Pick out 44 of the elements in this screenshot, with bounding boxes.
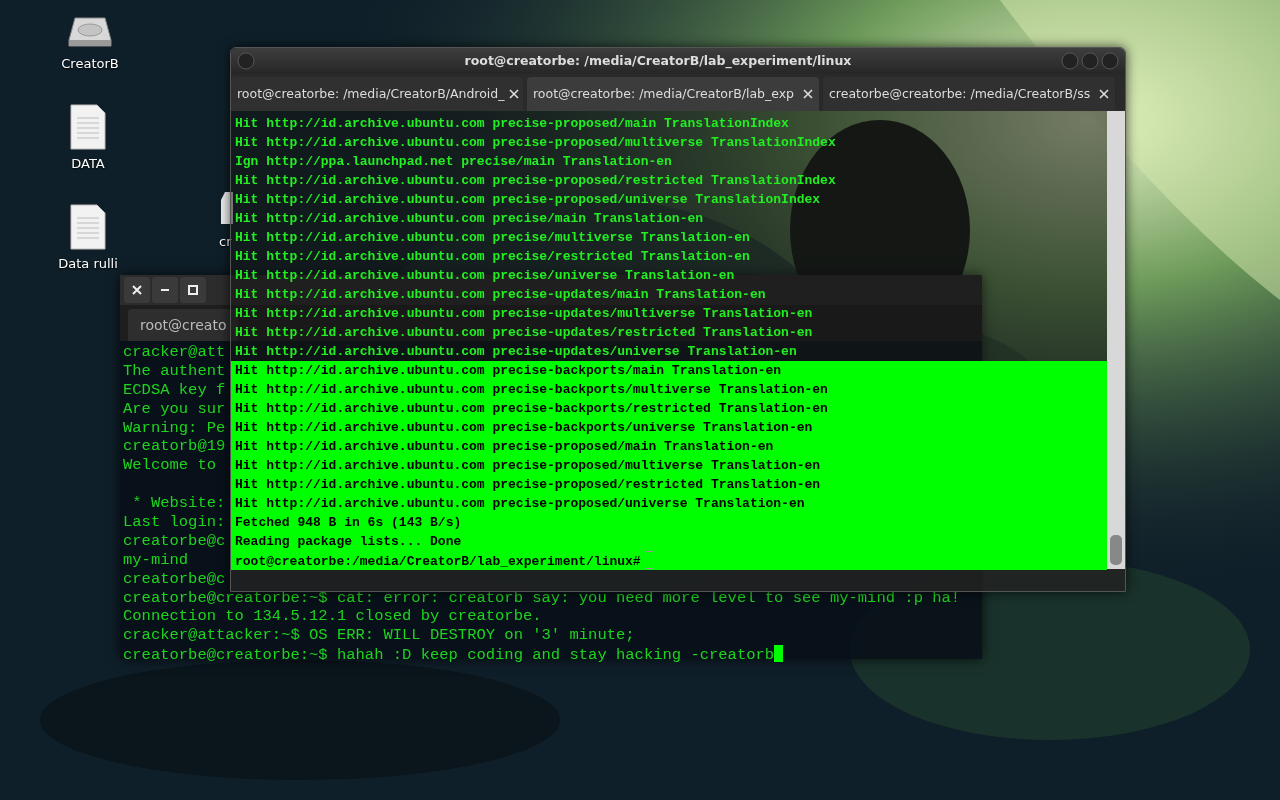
terminal-line: Hit http://id.archive.ubuntu.com precise/restricted Translation-en [234, 248, 751, 266]
terminal-line: Hit http://id.archive.ubuntu.com precise/multiverse Translation-en [234, 229, 751, 247]
terminal-line: creatorbe@c [123, 531, 226, 550]
terminal-line: Ign http://ppa.launchpad.net precise/main Translation-en [234, 153, 673, 171]
terminal-line: Last login: [123, 513, 226, 531]
maximize-icon [188, 285, 198, 295]
close-icon [132, 285, 142, 295]
window-title: root@creatorbe: /media/CreatorB/lab_experiment/linux [463, 51, 853, 71]
icon-label[interactable]: CreatorB [40, 54, 140, 74]
terminal-line: creatorbe@c [123, 569, 226, 588]
document-icon[interactable] [69, 104, 107, 150]
terminal-line: Connection to 134.5.12.1 closed by creatorbe. [123, 607, 542, 626]
terminal-line: cracker@attacker:~$ OS ERR: WILL DESTROY on '3' minute; [123, 626, 635, 645]
terminal-line: cracker@att [123, 343, 226, 361]
scrollbar[interactable] [1107, 111, 1125, 569]
icon-label[interactable]: Data rulli [38, 254, 138, 274]
hard-drive-icon[interactable] [67, 14, 113, 50]
tab[interactable]: root@creatorbe: /media/CreatorB/Android_ [231, 77, 523, 111]
terminal-line: Hit http://id.archive.ubuntu.com precise-proposed/main TranslationIndex [234, 115, 790, 133]
terminal-line: The authent [123, 361, 226, 380]
close-button[interactable] [124, 277, 150, 303]
terminal-line: ECDSA key f [123, 380, 226, 399]
terminal-line: Hit http://id.archive.ubuntu.com precise/universe Translation-en [234, 267, 736, 285]
terminal-line: * Website: [131, 494, 226, 513]
maximize-button[interactable] [180, 277, 206, 303]
terminal-line: Hit http://id.archive.ubuntu.com precise-updates/universe Translation-en [234, 343, 798, 361]
terminal-line: Hit http://id.archive.ubuntu.com precise/main Translation-en [234, 210, 705, 228]
terminal-line: Hit http://id.archive.ubuntu.com precise-proposed/universe TranslationIndex [234, 191, 822, 209]
terminal-line: creatorbe@creatorbe:~$ hahah :D keep coding and stay hacking -creatorb [123, 646, 775, 665]
terminal-line: Warning: Pe [123, 418, 226, 437]
terminal-line: Hit http://id.archive.ubuntu.com precise-proposed/restricted TranslationIndex [234, 172, 837, 190]
tab[interactable]: root@creatorbe: /media/CreatorB/lab_exp [527, 77, 819, 111]
minimize-button[interactable] [152, 277, 178, 303]
terminal-line: Are you sur [123, 399, 226, 418]
terminal-line: Hit http://id.archive.ubuntu.com precise-proposed/multiverse TranslationIndex [234, 134, 837, 152]
terminal-line: Hit http://id.archive.ubuntu.com precise-updates/main Translation-en [234, 286, 767, 304]
icon-label[interactable]: cr [175, 232, 235, 252]
terminal-line: my-mind [123, 550, 189, 569]
tab[interactable]: creatorbe@creatorbe: /media/CreatorB/ss [823, 77, 1115, 111]
terminal-line: Welcome to [123, 456, 216, 475]
minimize-icon [160, 289, 170, 291]
icon-label[interactable]: DATA [38, 154, 138, 174]
terminal-line: creatorb@19 [123, 437, 226, 456]
document-icon[interactable] [69, 204, 107, 250]
